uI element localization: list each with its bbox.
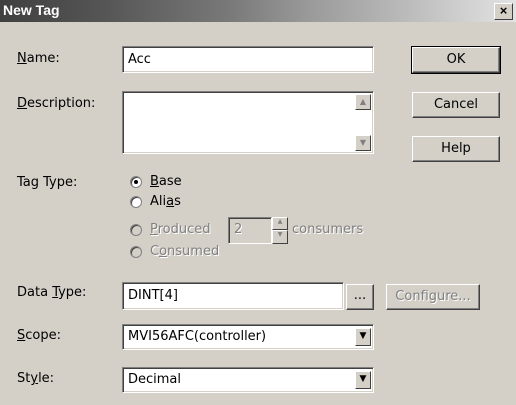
radio-alias[interactable] <box>130 196 142 208</box>
description-textarea[interactable]: ▲ ▼ <box>122 91 374 154</box>
consumers-label: consumers <box>292 222 364 237</box>
scroll-down-icon: ▼ <box>359 138 367 147</box>
radio-selected-dot <box>134 180 138 184</box>
radio-produced-label: Produced <box>150 222 211 237</box>
chevron-down-icon: ▼ <box>359 331 367 341</box>
scope-select[interactable]: MVI56AFC(controller) ▼ <box>122 324 374 350</box>
close-button[interactable]: × <box>494 3 513 20</box>
scope-value: MVI56AFC(controller) <box>128 329 267 344</box>
ok-button[interactable]: OK <box>411 46 501 74</box>
data-type-input[interactable]: DINT[4] <box>122 282 344 310</box>
consumers-input: 2 <box>228 217 272 244</box>
scroll-down-button[interactable]: ▼ <box>355 135 371 151</box>
new-tag-dialog: New Tag × Name: Acc Description: ▲ ▼ OK … <box>0 0 516 405</box>
help-button[interactable]: Help <box>412 136 500 162</box>
name-input[interactable]: Acc <box>122 46 374 73</box>
scroll-up-button[interactable]: ▲ <box>355 94 371 110</box>
cancel-button[interactable]: Cancel <box>412 92 500 118</box>
tag-type-label: Tag Type: <box>17 175 78 190</box>
spin-up-icon: ▲ <box>277 218 283 225</box>
scope-label: Scope: <box>17 328 61 343</box>
style-value: Decimal <box>128 372 182 387</box>
close-icon: × <box>499 3 508 18</box>
name-input-value: Acc <box>128 52 151 67</box>
spin-down-icon: ▼ <box>277 231 283 238</box>
title-bar: New Tag × <box>0 0 516 22</box>
radio-alias-label: Alias <box>150 194 181 209</box>
scroll-up-icon: ▲ <box>359 97 367 106</box>
consumers-value: 2 <box>234 222 243 237</box>
data-type-label: Data Type: <box>17 285 87 300</box>
radio-produced <box>130 224 142 236</box>
style-select[interactable]: Decimal ▼ <box>122 367 374 393</box>
style-label: Style: <box>17 371 55 386</box>
consumers-spin-down: ▼ <box>272 230 288 244</box>
radio-base[interactable] <box>130 176 142 188</box>
browse-data-type-button[interactable]: ... <box>346 284 374 310</box>
radio-consumed-label: Consumed <box>150 244 220 259</box>
chevron-down-icon: ▼ <box>359 374 367 384</box>
name-label: Name: <box>17 51 60 66</box>
description-label: Description: <box>17 96 96 111</box>
data-type-value: DINT[4] <box>128 288 178 303</box>
dialog-title: New Tag <box>3 2 60 18</box>
configure-button: Configure... <box>386 284 480 310</box>
scope-dropdown-button[interactable]: ▼ <box>355 328 371 346</box>
radio-consumed <box>130 246 142 258</box>
consumers-spin-up: ▲ <box>272 217 288 230</box>
style-dropdown-button[interactable]: ▼ <box>355 371 371 389</box>
radio-base-label: Base <box>150 174 182 189</box>
